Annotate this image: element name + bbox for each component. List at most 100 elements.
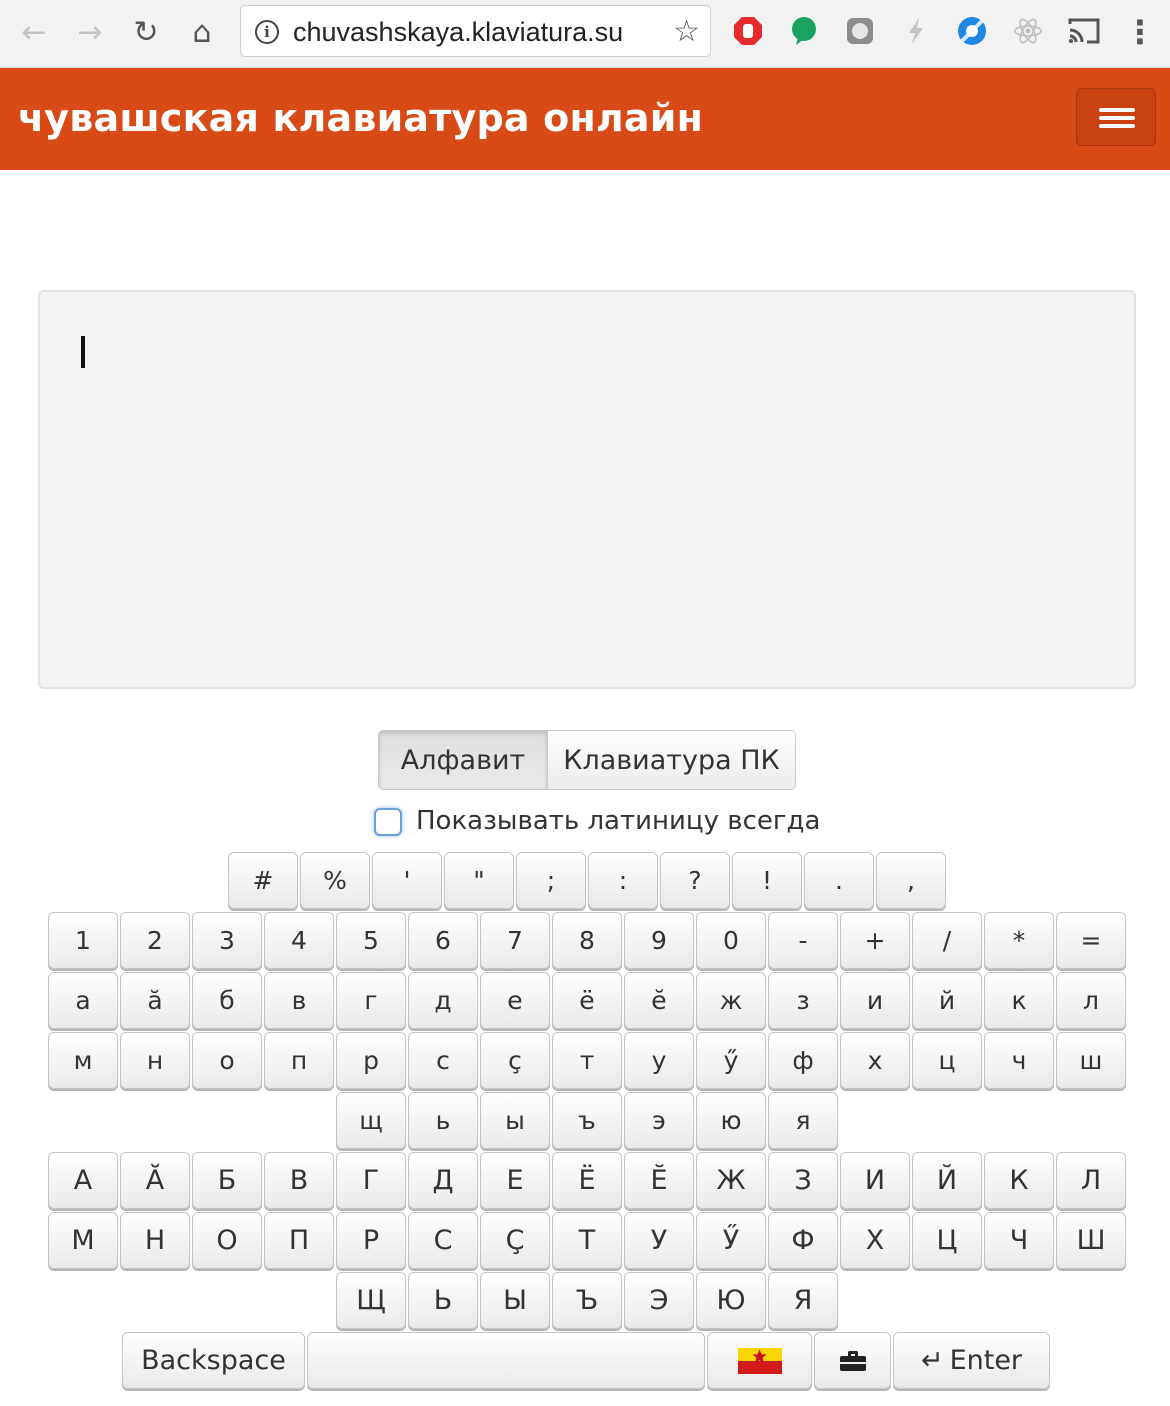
key-lower_2-0[interactable]: м: [48, 1032, 118, 1089]
key-lower_2-7[interactable]: т: [552, 1032, 622, 1089]
key-lower_3-3[interactable]: ъ: [552, 1092, 622, 1149]
key-digits-0[interactable]: 1: [48, 912, 118, 969]
enter-key[interactable]: ↵ Enter: [893, 1332, 1050, 1389]
key-upper_1-1[interactable]: Ӑ: [120, 1152, 190, 1209]
key-lower_3-1[interactable]: ь: [408, 1092, 478, 1149]
key-lower_2-6[interactable]: ç: [480, 1032, 550, 1089]
key-lower_2-13[interactable]: ч: [984, 1032, 1054, 1089]
key-upper_2-9[interactable]: Ӳ: [696, 1212, 766, 1269]
key-symbols-8[interactable]: .: [804, 852, 874, 909]
key-upper_2-1[interactable]: Н: [120, 1212, 190, 1269]
key-lower_2-5[interactable]: с: [408, 1032, 478, 1089]
key-lower_2-8[interactable]: у: [624, 1032, 694, 1089]
key-lower_3-2[interactable]: ы: [480, 1092, 550, 1149]
key-upper_3-6[interactable]: Я: [768, 1272, 838, 1329]
key-lower_2-10[interactable]: ф: [768, 1032, 838, 1089]
key-upper_2-13[interactable]: Ч: [984, 1212, 1054, 1269]
backspace-key[interactable]: Backspace: [122, 1332, 305, 1389]
key-upper_1-10[interactable]: З: [768, 1152, 838, 1209]
key-digits-5[interactable]: 6: [408, 912, 478, 969]
key-lower_1-7[interactable]: ё: [552, 972, 622, 1029]
key-lower_3-5[interactable]: ю: [696, 1092, 766, 1149]
key-upper_2-5[interactable]: С: [408, 1212, 478, 1269]
key-lower_3-4[interactable]: э: [624, 1092, 694, 1149]
key-upper_1-5[interactable]: Д: [408, 1152, 478, 1209]
key-digits-4[interactable]: 5: [336, 912, 406, 969]
key-upper_1-7[interactable]: Ё: [552, 1152, 622, 1209]
key-lower_2-9[interactable]: ӳ: [696, 1032, 766, 1089]
cast-icon[interactable]: [1067, 14, 1101, 48]
hamburger-menu-button[interactable]: [1076, 88, 1156, 146]
key-upper_2-12[interactable]: Ц: [912, 1212, 982, 1269]
key-upper_2-11[interactable]: Х: [840, 1212, 910, 1269]
key-upper_2-0[interactable]: М: [48, 1212, 118, 1269]
key-lower_2-4[interactable]: р: [336, 1032, 406, 1089]
key-symbols-0[interactable]: #: [228, 852, 298, 909]
key-upper_3-2[interactable]: Ы: [480, 1272, 550, 1329]
key-lower_1-9[interactable]: ж: [696, 972, 766, 1029]
key-upper_1-0[interactable]: А: [48, 1152, 118, 1209]
key-lower_1-14[interactable]: л: [1056, 972, 1126, 1029]
key-lower_2-2[interactable]: о: [192, 1032, 262, 1089]
key-digits-10[interactable]: -: [768, 912, 838, 969]
key-digits-11[interactable]: +: [840, 912, 910, 969]
language-flag-key[interactable]: [707, 1332, 812, 1389]
key-lower_1-1[interactable]: ӑ: [120, 972, 190, 1029]
key-lower_1-10[interactable]: з: [768, 972, 838, 1029]
key-digits-7[interactable]: 8: [552, 912, 622, 969]
key-symbols-3[interactable]: ": [444, 852, 514, 909]
key-symbols-1[interactable]: %: [300, 852, 370, 909]
key-upper_2-8[interactable]: У: [624, 1212, 694, 1269]
key-upper_1-11[interactable]: И: [840, 1152, 910, 1209]
site-title[interactable]: чувашская клавиатура онлайн: [18, 96, 703, 140]
key-upper_1-14[interactable]: Л: [1056, 1152, 1126, 1209]
key-symbols-9[interactable]: ,: [876, 852, 946, 909]
key-lower_2-3[interactable]: п: [264, 1032, 334, 1089]
key-upper_3-1[interactable]: Ь: [408, 1272, 478, 1329]
key-lower_1-8[interactable]: ӗ: [624, 972, 694, 1029]
key-upper_2-3[interactable]: П: [264, 1212, 334, 1269]
key-upper_3-3[interactable]: Ъ: [552, 1272, 622, 1329]
key-upper_1-13[interactable]: К: [984, 1152, 1054, 1209]
tab-pc-keyboard[interactable]: Клавиатура ПК: [548, 731, 795, 789]
blue-circle-extension-icon[interactable]: [955, 14, 989, 48]
site-info-icon[interactable]: i: [255, 20, 279, 44]
lightning-extension-icon[interactable]: [899, 14, 933, 48]
key-lower_1-12[interactable]: й: [912, 972, 982, 1029]
key-digits-6[interactable]: 7: [480, 912, 550, 969]
key-upper_1-6[interactable]: Е: [480, 1152, 550, 1209]
show-latin-checkbox[interactable]: [374, 808, 402, 836]
key-lower_1-4[interactable]: г: [336, 972, 406, 1029]
key-lower_1-0[interactable]: а: [48, 972, 118, 1029]
key-upper_3-4[interactable]: Э: [624, 1272, 694, 1329]
address-url[interactable]: chuvashskaya.klaviatura.su: [293, 17, 623, 48]
key-digits-13[interactable]: *: [984, 912, 1054, 969]
key-digits-14[interactable]: =: [1056, 912, 1126, 969]
key-upper_2-6[interactable]: Ç: [480, 1212, 550, 1269]
forward-icon[interactable]: →: [70, 12, 110, 52]
show-latin-label[interactable]: Показывать латиницу всегда: [416, 806, 820, 836]
key-upper_1-12[interactable]: Й: [912, 1152, 982, 1209]
key-upper_1-8[interactable]: Ӗ: [624, 1152, 694, 1209]
bookmark-star-icon[interactable]: ☆: [673, 14, 700, 49]
ghost-extension-icon[interactable]: [843, 14, 877, 48]
key-lower_1-6[interactable]: е: [480, 972, 550, 1029]
speech-bubble-extension-icon[interactable]: [787, 14, 821, 48]
key-upper_2-7[interactable]: Т: [552, 1212, 622, 1269]
key-upper_1-4[interactable]: Г: [336, 1152, 406, 1209]
back-icon[interactable]: ←: [14, 12, 54, 52]
key-symbols-2[interactable]: ': [372, 852, 442, 909]
key-upper_3-5[interactable]: Ю: [696, 1272, 766, 1329]
key-lower_1-13[interactable]: к: [984, 972, 1054, 1029]
text-input-area[interactable]: [38, 290, 1136, 689]
key-lower_2-14[interactable]: ш: [1056, 1032, 1126, 1089]
key-digits-1[interactable]: 2: [120, 912, 190, 969]
key-lower_2-1[interactable]: н: [120, 1032, 190, 1089]
key-upper_3-0[interactable]: Щ: [336, 1272, 406, 1329]
key-symbols-4[interactable]: ;: [516, 852, 586, 909]
space-key[interactable]: [307, 1332, 705, 1389]
key-upper_1-3[interactable]: В: [264, 1152, 334, 1209]
home-icon[interactable]: ⌂: [182, 12, 222, 52]
address-bar[interactable]: i chuvashskaya.klaviatura.su ☆: [240, 5, 711, 57]
key-lower_1-3[interactable]: в: [264, 972, 334, 1029]
